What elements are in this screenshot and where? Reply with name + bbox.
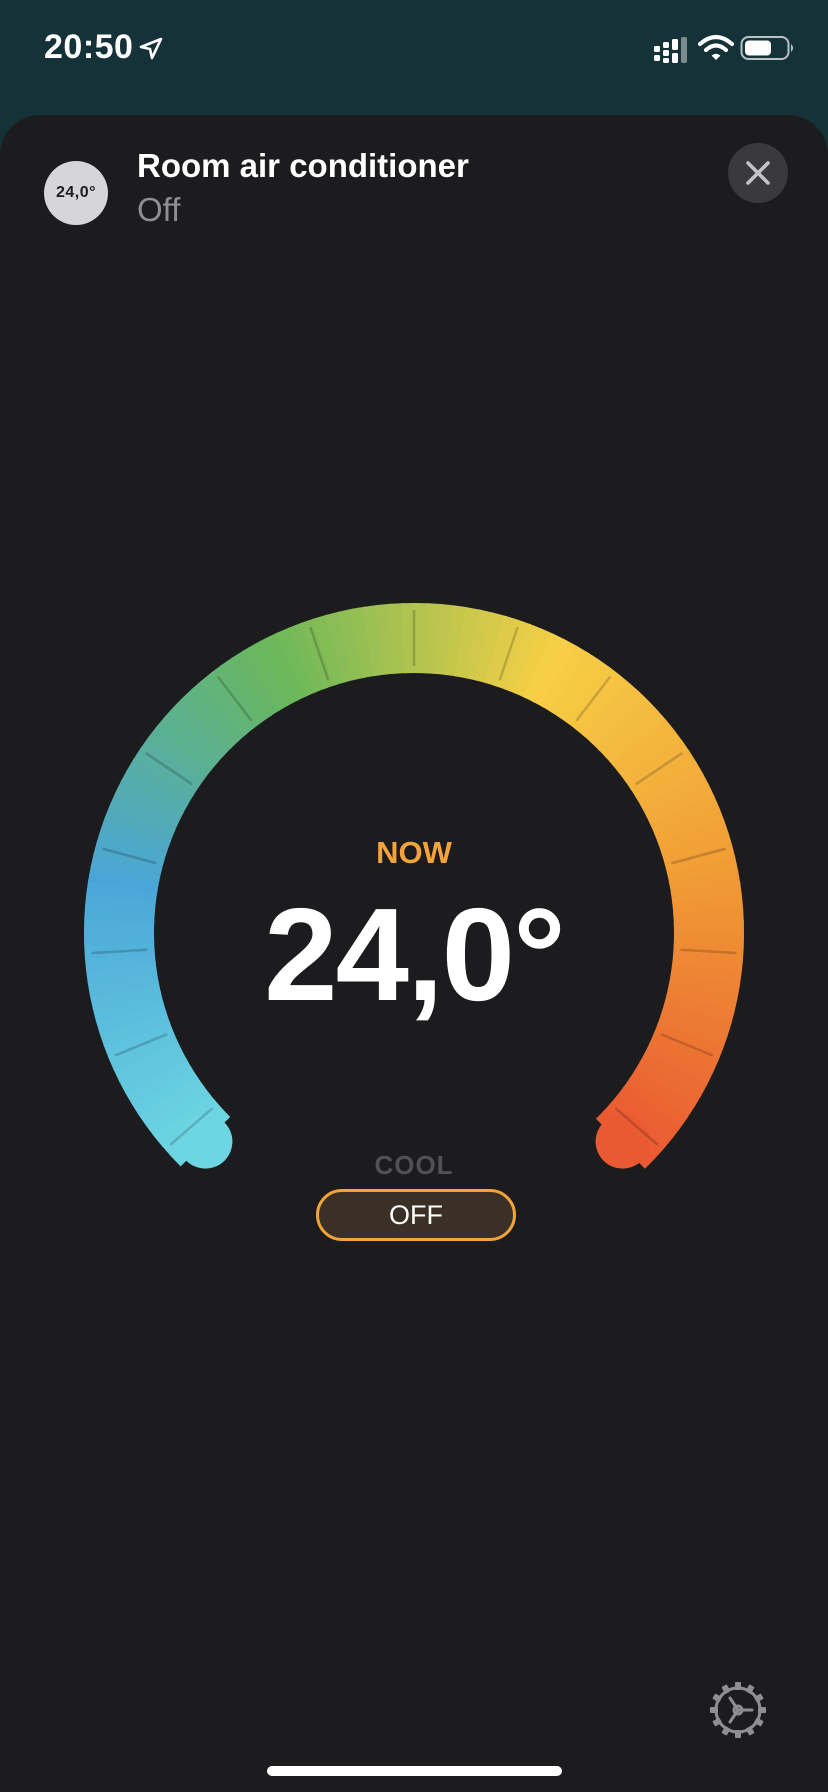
close-button[interactable] — [728, 143, 788, 203]
status-time: 20:50 — [44, 28, 134, 66]
home-indicator — [267, 1766, 562, 1776]
mode-label: COOL — [374, 1150, 454, 1180]
wifi-icon — [698, 35, 734, 60]
device-status: Off — [137, 191, 181, 228]
power-toggle-button[interactable]: OFF — [316, 1189, 516, 1241]
current-temperature: 24,0° — [264, 881, 566, 1028]
device-title: Room air conditioner — [137, 147, 469, 184]
now-label: NOW — [376, 835, 452, 870]
gear-icon[interactable] — [708, 1680, 768, 1740]
device-temperature-badge: 24,0° — [44, 161, 108, 225]
close-icon — [746, 161, 770, 185]
cellular-signal-icon — [654, 37, 687, 63]
battery-icon — [740, 36, 793, 60]
screen: 20:50 24,0° Room air conditioner Off NOW… — [0, 0, 828, 1792]
location-arrow-icon — [139, 37, 163, 60]
status-bar: 20:50 — [0, 0, 828, 100]
